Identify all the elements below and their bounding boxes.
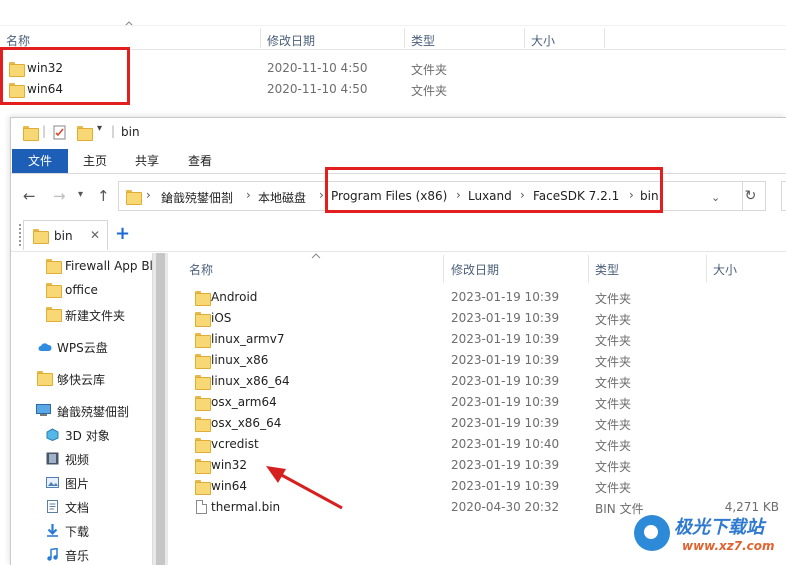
watermark-icon xyxy=(634,515,670,551)
annotation-arrow xyxy=(266,466,343,510)
watermark-title: 极光下载站 xyxy=(674,517,764,538)
watermark-url: www.xz7.com xyxy=(682,539,775,553)
watermark-logo: 极光下载站 www.xz7.com xyxy=(630,509,786,565)
